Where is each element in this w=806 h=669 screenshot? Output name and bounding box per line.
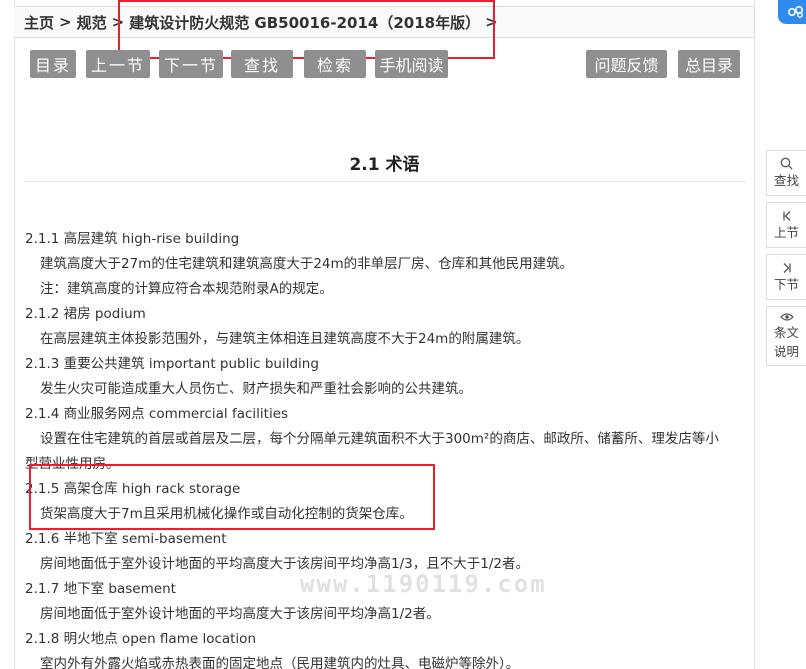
term-heading: 2.1.6 半地下室 semi-basement bbox=[25, 531, 227, 547]
section-title: 2.1 术语 bbox=[349, 155, 420, 175]
search-icon bbox=[780, 157, 793, 170]
mobile-reading-button[interactable]: 手机阅读 bbox=[375, 50, 448, 78]
corner-badge[interactable] bbox=[778, 0, 806, 24]
skip-previous-icon bbox=[782, 210, 790, 221]
term-definition: 货架高度大于7m且采用机械化操作或自动化控制的货架仓库。 bbox=[40, 506, 413, 522]
sidebar-next-label: 下节 bbox=[773, 276, 799, 292]
term-definition: 房间地面低于室外设计地面的平均高度大于该房间平均净高1/3，且不大于1/2者。 bbox=[40, 556, 529, 572]
eye-icon bbox=[779, 313, 794, 321]
breadcrumb-home-link[interactable]: 主页 bbox=[24, 12, 54, 33]
search-button[interactable]: 检索 bbox=[304, 50, 366, 78]
term-note: 注：建筑高度的计算应符合本规范附录A的规定。 bbox=[40, 281, 333, 297]
breadcrumb-standards-link[interactable]: 规范 bbox=[77, 12, 107, 33]
breadcrumb: 主页 > 规范 > 建筑设计防火规范 GB50016-2014（2018年版） … bbox=[14, 6, 755, 38]
term-heading: 2.1.8 明火地点 open flame location bbox=[25, 631, 257, 647]
sidebar-prev-label: 上节 bbox=[773, 224, 799, 240]
term-definition: 发生火灾可能造成重大人员伤亡、财产损失和严重社会影响的公共建筑。 bbox=[40, 381, 472, 397]
term-heading: 2.1.4 商业服务网点 commercial facilities bbox=[25, 406, 289, 422]
sidebar-clause-note-label-2: 说明 bbox=[773, 344, 799, 359]
breadcrumb-separator: > bbox=[111, 13, 125, 31]
next-section-button[interactable]: 下一节 bbox=[159, 50, 223, 78]
prev-section-button[interactable]: 上一节 bbox=[86, 50, 150, 78]
term-heading: 2.1.3 重要公共建筑 important public building bbox=[25, 356, 319, 372]
term-definition-continued: 型营业性用房。 bbox=[25, 456, 120, 472]
sidebar-find-button[interactable]: 查找 bbox=[766, 150, 806, 196]
sidebar-next-button[interactable]: 下节 bbox=[766, 254, 806, 300]
term-definition: 设置在住宅建筑的首层或首层及二层，每个分隔单元建筑面积不大于300m²的商店、邮… bbox=[40, 431, 719, 447]
breadcrumb-current: 建筑设计防火规范 GB50016-2014（2018年版） bbox=[129, 13, 481, 32]
term-definition: 室内外有外露火焰或赤热表面的固定地点（民用建筑内的灶具、电磁炉等除外）。 bbox=[40, 656, 520, 669]
skip-next-icon bbox=[783, 262, 791, 273]
link-icon bbox=[787, 5, 804, 18]
term-definition: 建筑高度大于27m的住宅建筑和建筑高度大于24m的非单层厂房、仓库和其他民用建筑… bbox=[40, 256, 574, 272]
term-heading: 2.1.7 地下室 basement bbox=[25, 581, 176, 597]
breadcrumb-separator: > bbox=[485, 13, 498, 31]
sidebar-find-label: 查找 bbox=[773, 173, 799, 188]
term-definition: 在高层建筑主体投影范围外，与建筑主体相连且建筑高度不大于24m的附属建筑。 bbox=[40, 331, 530, 347]
feedback-button[interactable]: 问题反馈 bbox=[586, 50, 667, 78]
breadcrumb-separator: > bbox=[59, 13, 72, 31]
page: 主页 > 规范 > 建筑设计防火规范 GB50016-2014（2018年版） … bbox=[0, 0, 806, 669]
term-definition: 房间地面低于室外设计地面的平均高度大于该房间平均净高1/2者。 bbox=[40, 606, 440, 622]
contents-button[interactable]: 目录 bbox=[30, 50, 76, 78]
find-button[interactable]: 查找 bbox=[231, 50, 293, 78]
title-divider bbox=[24, 181, 746, 182]
sidebar-prev-button[interactable]: 上节 bbox=[766, 202, 806, 248]
term-heading: 2.1.5 高架仓库 high rack storage bbox=[25, 481, 241, 497]
all-contents-button[interactable]: 总目录 bbox=[678, 50, 740, 78]
sidebar-clause-note-button[interactable]: 条文 说明 bbox=[766, 306, 806, 366]
sidebar-clause-note-label-1: 条文 bbox=[773, 325, 799, 340]
term-heading: 2.1.1 高层建筑 high-rise building bbox=[25, 231, 240, 247]
term-heading: 2.1.2 裙房 podium bbox=[25, 306, 146, 322]
